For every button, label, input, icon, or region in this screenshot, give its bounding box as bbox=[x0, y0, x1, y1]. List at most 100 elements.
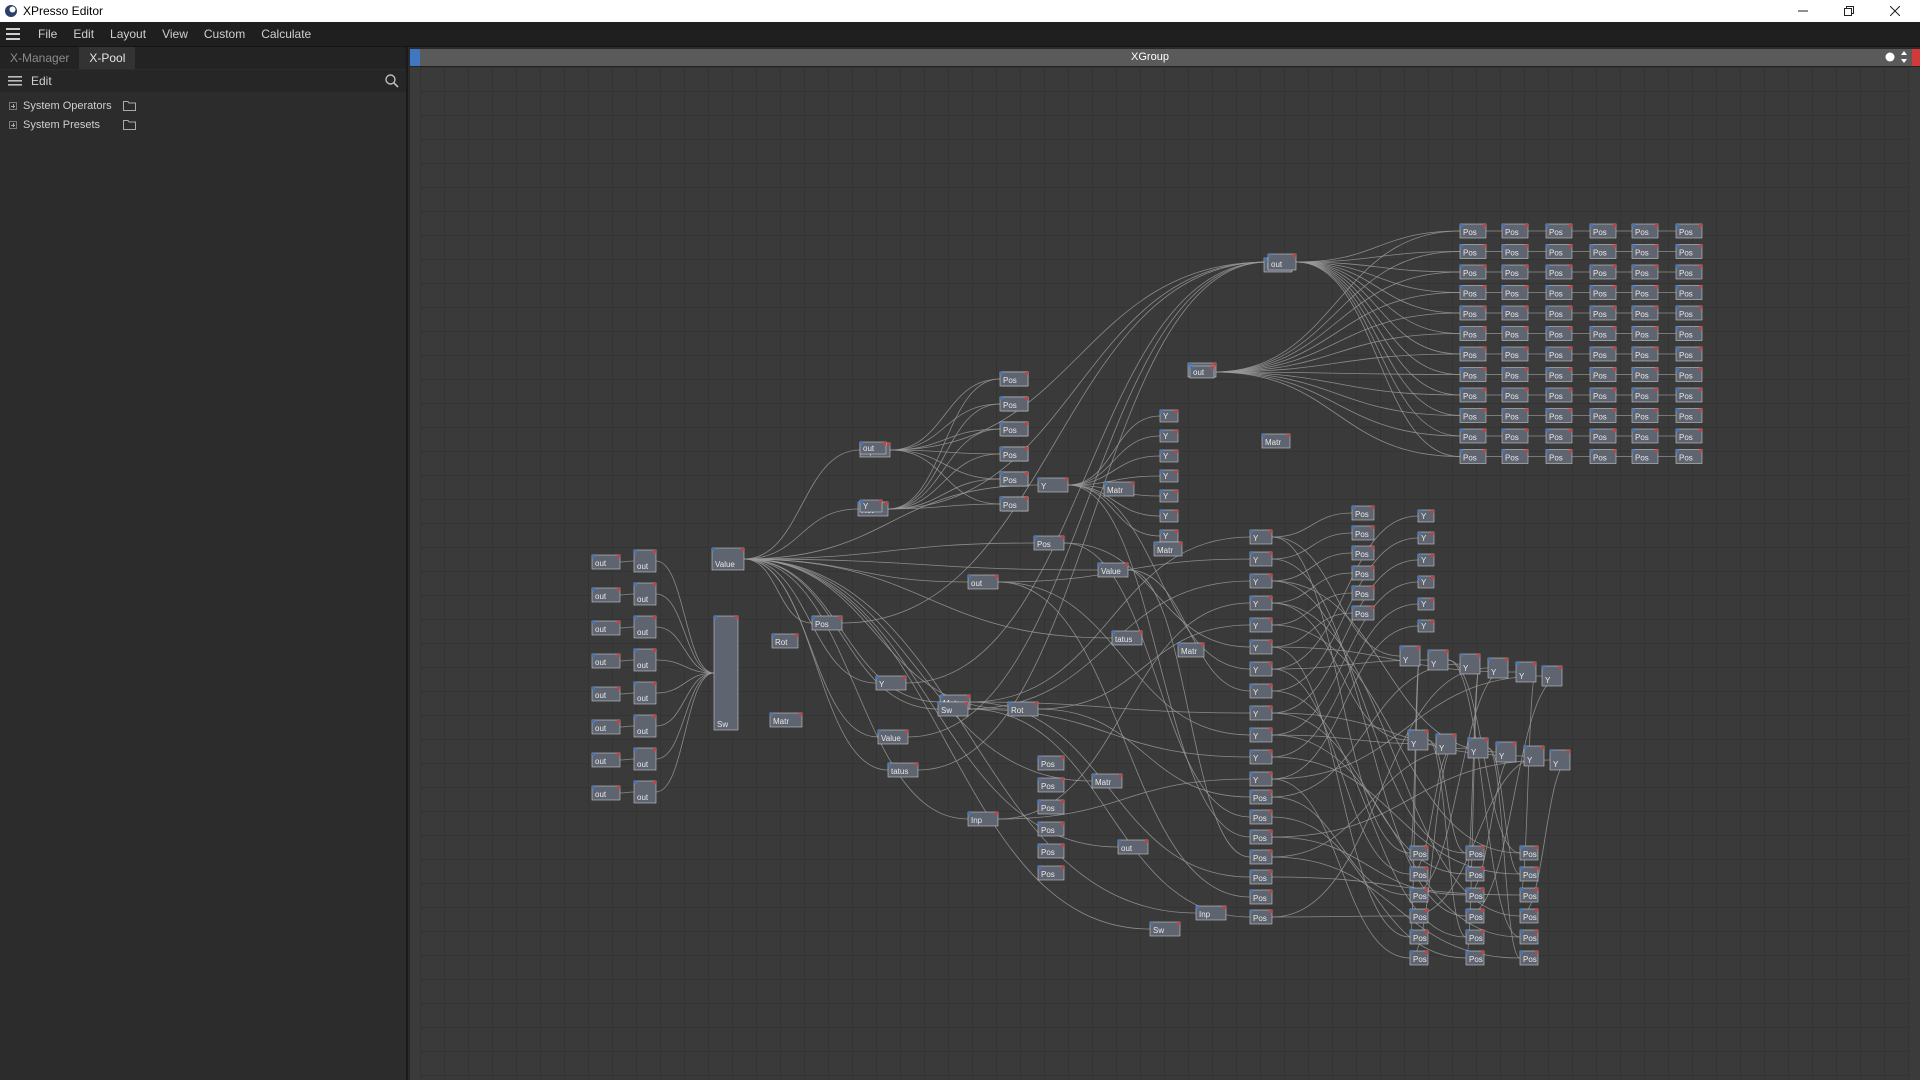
node-output-port[interactable] bbox=[1025, 497, 1028, 500]
node-input-port[interactable] bbox=[1038, 866, 1041, 869]
node-output-port[interactable] bbox=[1535, 867, 1538, 870]
node-output-port[interactable] bbox=[1269, 574, 1272, 577]
node-input-port[interactable] bbox=[1676, 285, 1679, 289]
node-output-port[interactable] bbox=[1481, 888, 1484, 891]
node-input-port[interactable] bbox=[1466, 909, 1469, 912]
node-output-port[interactable] bbox=[903, 676, 906, 679]
tab-x-manager[interactable]: X-Manager bbox=[0, 47, 79, 69]
node-input-port[interactable] bbox=[1546, 306, 1549, 309]
node-output-port[interactable] bbox=[1699, 326, 1702, 330]
node-input-port[interactable] bbox=[1352, 506, 1355, 509]
node-input-port[interactable] bbox=[592, 753, 595, 756]
node-output-port[interactable] bbox=[1371, 506, 1374, 509]
node-input-port[interactable] bbox=[592, 621, 595, 624]
node-input-port[interactable] bbox=[1546, 367, 1549, 371]
node-input-port[interactable] bbox=[1502, 429, 1505, 432]
node-output-port[interactable] bbox=[1269, 890, 1272, 893]
node-output-port[interactable] bbox=[1269, 552, 1272, 555]
hamburger-menu-icon[interactable] bbox=[6, 28, 20, 40]
node-output-port[interactable] bbox=[1525, 388, 1528, 391]
node-input-port[interactable] bbox=[1250, 618, 1253, 621]
node-output-port[interactable] bbox=[1175, 530, 1178, 533]
node-input-port[interactable] bbox=[1460, 449, 1463, 453]
node-output-port[interactable] bbox=[1525, 408, 1528, 412]
node-output-port[interactable] bbox=[1125, 563, 1128, 566]
node-output-port[interactable] bbox=[1535, 888, 1538, 891]
node-input-port[interactable] bbox=[1520, 909, 1523, 912]
node-input-port[interactable] bbox=[1250, 640, 1253, 643]
node-output-port[interactable] bbox=[1481, 867, 1484, 870]
node-input-port[interactable] bbox=[1460, 326, 1463, 330]
node-input-port[interactable] bbox=[634, 748, 637, 751]
node-input-port[interactable] bbox=[1546, 429, 1549, 432]
node-output-port[interactable] bbox=[1269, 830, 1272, 833]
node-output-port[interactable] bbox=[1525, 244, 1528, 248]
node-input-port[interactable] bbox=[878, 730, 881, 733]
node-output-port[interactable] bbox=[1655, 429, 1658, 432]
node-output-port[interactable] bbox=[735, 616, 738, 619]
node-input-port[interactable] bbox=[1352, 606, 1355, 609]
node-output-port[interactable] bbox=[1425, 888, 1428, 891]
node-input-port[interactable] bbox=[1460, 244, 1463, 248]
node-input-port[interactable] bbox=[1520, 846, 1523, 849]
node-output-port[interactable] bbox=[1613, 367, 1616, 371]
node-input-port[interactable] bbox=[1352, 546, 1355, 549]
node-output-port[interactable] bbox=[1425, 867, 1428, 870]
node-output-port[interactable] bbox=[741, 548, 744, 551]
xgroup-header[interactable]: XGroup bbox=[410, 49, 1920, 67]
node-input-port[interactable] bbox=[592, 588, 595, 591]
node-input-port[interactable] bbox=[876, 676, 879, 679]
node-output-port[interactable] bbox=[1613, 429, 1616, 432]
node-output-port[interactable] bbox=[1481, 951, 1484, 954]
node-input-port[interactable] bbox=[772, 634, 775, 637]
node-input-port[interactable] bbox=[1460, 429, 1463, 432]
node-input-port[interactable] bbox=[1466, 846, 1469, 849]
node-input-port[interactable] bbox=[1590, 306, 1593, 309]
node-output-port[interactable] bbox=[1483, 347, 1486, 350]
node-output-port[interactable] bbox=[1293, 254, 1296, 257]
node-output-port[interactable] bbox=[1535, 846, 1538, 849]
node-output-port[interactable] bbox=[1613, 408, 1616, 412]
node-output-port[interactable] bbox=[1061, 822, 1064, 825]
node-input-port[interactable] bbox=[1502, 265, 1505, 268]
node-input-port[interactable] bbox=[1520, 888, 1523, 891]
node-output-port[interactable] bbox=[1061, 536, 1064, 539]
node-input-port[interactable] bbox=[1546, 244, 1549, 248]
node-input-port[interactable] bbox=[1250, 830, 1253, 833]
node-output-port[interactable] bbox=[1425, 951, 1428, 954]
node-input-port[interactable] bbox=[1546, 326, 1549, 330]
node-output-port[interactable] bbox=[1175, 430, 1178, 433]
node-output-port[interactable] bbox=[1483, 429, 1486, 432]
node-input-port[interactable] bbox=[1460, 306, 1463, 309]
tree-item-system-operators[interactable]: System Operators bbox=[0, 97, 406, 116]
node-input-port[interactable] bbox=[634, 682, 637, 685]
node-input-port[interactable] bbox=[1268, 254, 1271, 257]
node-output-port[interactable] bbox=[1431, 554, 1434, 557]
node-output-port[interactable] bbox=[1417, 646, 1420, 649]
node-input-port[interactable] bbox=[1250, 850, 1253, 853]
node-output-port[interactable] bbox=[1211, 366, 1214, 369]
node-output-port[interactable] bbox=[1535, 930, 1538, 933]
node-input-port[interactable] bbox=[1676, 367, 1679, 371]
node-input-port[interactable] bbox=[1436, 734, 1439, 737]
node-input-port[interactable] bbox=[1410, 888, 1413, 891]
node-input-port[interactable] bbox=[1460, 265, 1463, 268]
node-output-port[interactable] bbox=[905, 730, 908, 733]
node-output-port[interactable] bbox=[1179, 542, 1182, 545]
node-output-port[interactable] bbox=[1269, 684, 1272, 687]
node-output-port[interactable] bbox=[883, 442, 886, 445]
node-input-port[interactable] bbox=[1250, 870, 1253, 873]
node-output-port[interactable] bbox=[1655, 224, 1658, 227]
node-output-port[interactable] bbox=[1175, 410, 1178, 413]
node-output-port[interactable] bbox=[1481, 909, 1484, 912]
node-input-port[interactable] bbox=[1546, 265, 1549, 268]
node-input-port[interactable] bbox=[592, 720, 595, 723]
menu-view[interactable]: View bbox=[154, 22, 196, 46]
node-input-port[interactable] bbox=[812, 616, 815, 619]
node-output-port[interactable] bbox=[1213, 363, 1216, 366]
node-input-port[interactable] bbox=[1676, 347, 1679, 350]
node-input-port[interactable] bbox=[1428, 650, 1431, 653]
node-output-port[interactable] bbox=[617, 753, 620, 756]
node-output-port[interactable] bbox=[1569, 347, 1572, 350]
node-input-port[interactable] bbox=[1502, 367, 1505, 371]
